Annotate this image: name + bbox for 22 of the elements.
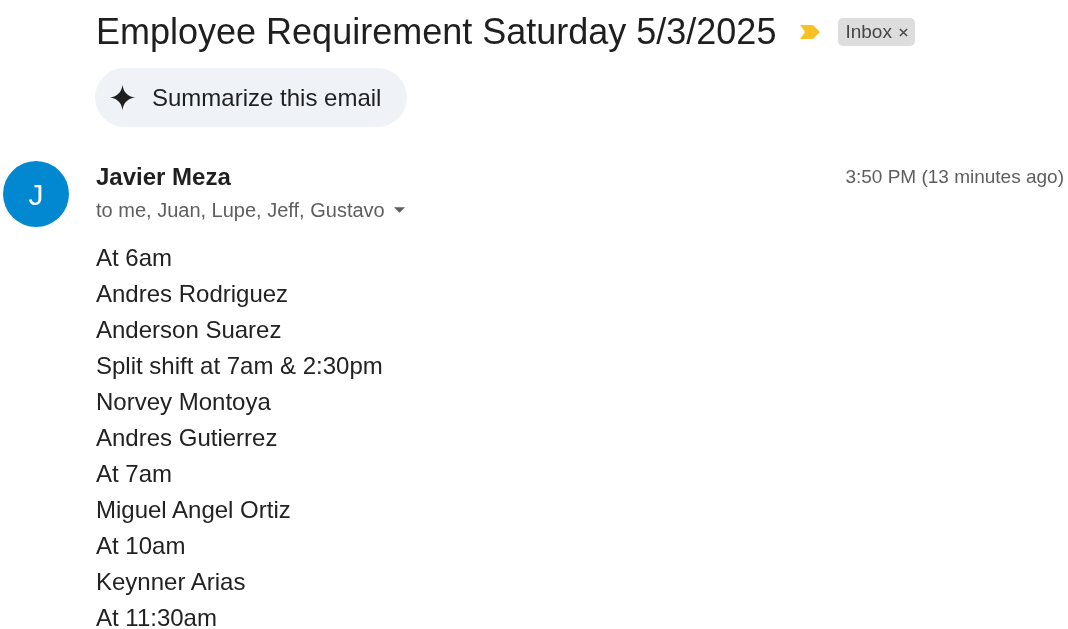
importance-marker-icon[interactable] (800, 25, 821, 39)
body-line: Keynner Arias (96, 567, 246, 597)
caret-icon[interactable] (393, 207, 405, 213)
label-text: Inbox (845, 21, 892, 43)
sender-name: Javier Meza (96, 163, 231, 191)
body-line: At 6am (96, 243, 173, 273)
body-line: At 11:30am (96, 603, 217, 629)
body-line: Anderson Suarez (96, 315, 282, 345)
body-line: At 10am (96, 531, 186, 561)
timestamp: 3:50 PM (13 minutes ago) (845, 165, 1064, 189)
body-line: Andres Gutierrez (96, 423, 278, 453)
sparkle-icon (110, 85, 135, 110)
email-subject: Employee Requirement Saturday 5/3/2025 (96, 11, 777, 53)
body-line: Andres Rodriguez (96, 279, 289, 309)
summarize-button[interactable]: Summarize this email (95, 68, 408, 127)
body-line: At 7am (96, 459, 173, 489)
recipients-text: to me, Juan, Lupe, Jeff, Gustavo (96, 198, 385, 222)
sender-avatar[interactable]: J (3, 161, 69, 227)
close-icon[interactable] (898, 27, 908, 37)
body-line: Miguel Angel Ortiz (96, 495, 291, 525)
body-line: Split shift at 7am & 2:30pm (96, 351, 383, 381)
body-line: Norvey Montoya (96, 387, 271, 417)
